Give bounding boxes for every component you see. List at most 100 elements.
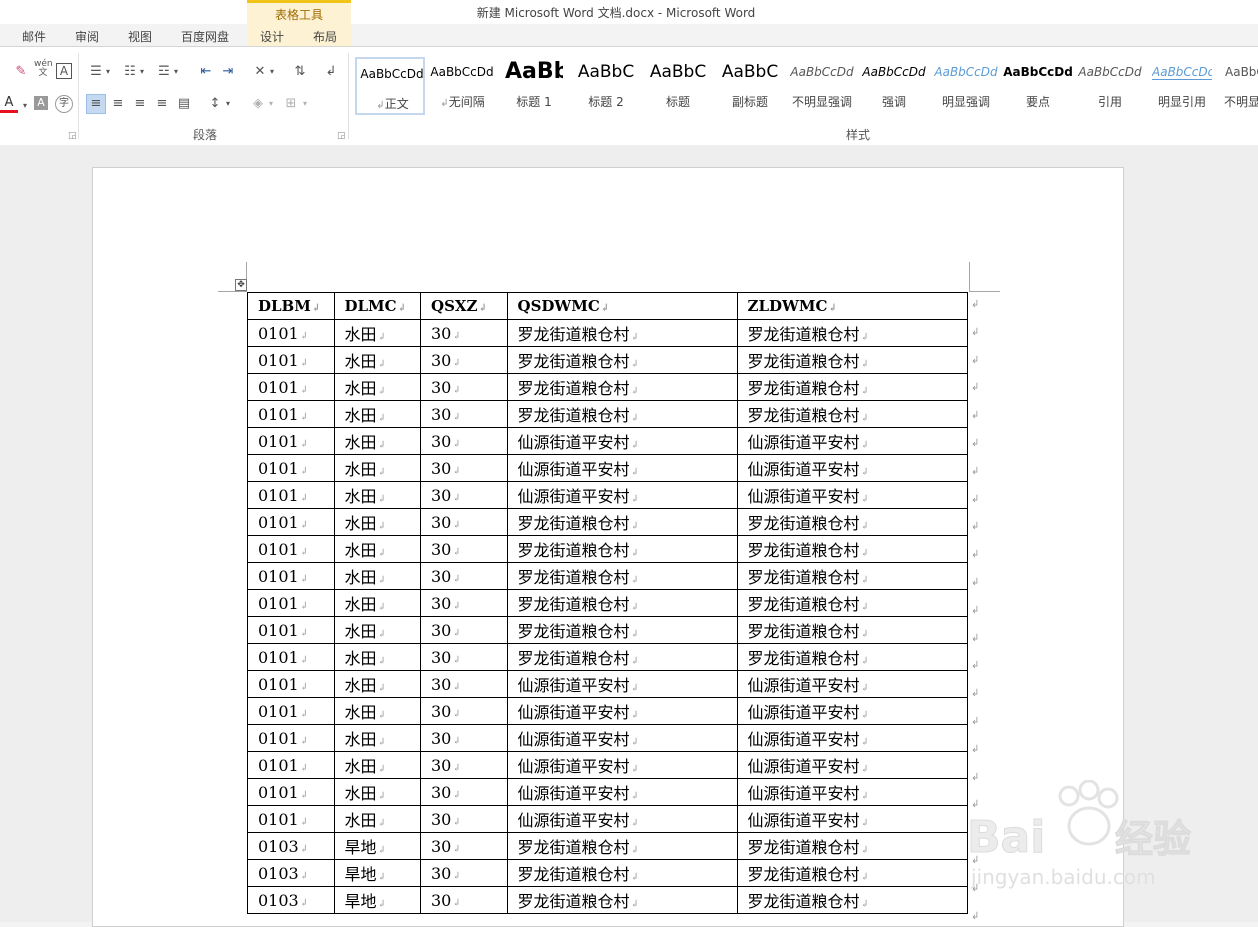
table-cell[interactable]: 水田↲	[333, 562, 421, 590]
style-heading-1[interactable]: AaBb 标题 1	[499, 57, 569, 115]
borders-dropdown-icon[interactable]: ▾	[301, 95, 309, 113]
table-cell[interactable]: 水田↲	[333, 616, 421, 644]
table-cell[interactable]: 0103↲	[247, 832, 335, 860]
table-cell[interactable]: 30↲	[420, 859, 508, 887]
table-cell[interactable]: 罗龙街道粮仓村↲	[506, 400, 738, 428]
table-cell[interactable]: 30↲	[420, 832, 508, 860]
table-cell[interactable]: 仙源街道平安村↲	[506, 751, 738, 779]
table-cell[interactable]: 仙源街道平安村↲	[506, 805, 738, 833]
table-cell[interactable]: 罗龙街道粮仓村↲	[736, 319, 968, 347]
table-cell[interactable]: 30↲	[420, 346, 508, 374]
style-title[interactable]: AaBbC 标题	[643, 57, 713, 115]
table-cell[interactable]: 水田↲	[333, 400, 421, 428]
table-cell[interactable]: 0101↲	[247, 670, 335, 698]
style-heading-2[interactable]: AaBbC 标题 2	[571, 57, 641, 115]
table-cell[interactable]: 0101↲	[247, 319, 335, 347]
table-cell[interactable]: 0101↲	[247, 724, 335, 752]
table-cell[interactable]: 0101↲	[247, 697, 335, 725]
table-cell[interactable]: 0101↲	[247, 805, 335, 833]
table-cell[interactable]: 0103↲	[247, 886, 335, 914]
table-header-cell[interactable]: ZLDWMC↲	[736, 292, 968, 320]
tab-mailings[interactable]: 邮件	[22, 28, 46, 45]
table-cell[interactable]: 仙源街道平安村↲	[506, 697, 738, 725]
decrease-indent-icon[interactable]: ⇤	[197, 63, 215, 81]
table-cell[interactable]: 仙源街道平安村↲	[736, 778, 968, 806]
style-emphasis[interactable]: AaBbCcDd 强调	[859, 57, 929, 115]
table-cell[interactable]: 30↲	[420, 400, 508, 428]
table-cell[interactable]: 水田↲	[333, 427, 421, 455]
table-cell[interactable]: 30↲	[420, 481, 508, 509]
table-cell[interactable]: 0101↲	[247, 535, 335, 563]
line-spacing-icon[interactable]: ↕	[206, 95, 224, 113]
phonetic-guide-icon[interactable]: wén 文	[34, 60, 53, 82]
table-cell[interactable]: 30↲	[420, 697, 508, 725]
table-cell[interactable]: 旱地↲	[333, 886, 421, 914]
table-cell[interactable]: 仙源街道平安村↲	[736, 751, 968, 779]
table-cell[interactable]: 水田↲	[333, 589, 421, 617]
table-header-cell[interactable]: DLBM↲	[247, 292, 335, 320]
table-cell[interactable]: 30↲	[420, 886, 508, 914]
tab-design[interactable]: 设计	[260, 28, 284, 45]
table-cell[interactable]: 仙源街道平安村↲	[506, 427, 738, 455]
style-subtitle[interactable]: AaBbC 副标题	[715, 57, 785, 115]
align-left-icon[interactable]: ≡	[86, 94, 106, 114]
table-cell[interactable]: 仙源街道平安村↲	[506, 778, 738, 806]
table-cell[interactable]: 水田↲	[333, 751, 421, 779]
table-cell[interactable]: 罗龙街道粮仓村↲	[736, 508, 968, 536]
table-cell[interactable]: 0101↲	[247, 778, 335, 806]
table-cell[interactable]: 30↲	[420, 805, 508, 833]
table-cell[interactable]: 罗龙街道粮仓村↲	[736, 589, 968, 617]
style-intense-quote[interactable]: AaBbCcDd 明显引用	[1147, 57, 1217, 115]
table-cell[interactable]: 30↲	[420, 616, 508, 644]
table-cell[interactable]: 0101↲	[247, 589, 335, 617]
table-cell[interactable]: 仙源街道平安村↲	[506, 670, 738, 698]
table-cell[interactable]: 0101↲	[247, 616, 335, 644]
table-cell[interactable]: 罗龙街道粮仓村↲	[736, 832, 968, 860]
enclose-characters-icon[interactable]: 字	[55, 95, 73, 113]
table-cell[interactable]: 0101↲	[247, 562, 335, 590]
sort-icon[interactable]: ⇅	[291, 63, 309, 81]
character-border-icon[interactable]: A	[56, 63, 72, 79]
table-cell[interactable]: 30↲	[420, 751, 508, 779]
table-cell[interactable]: 罗龙街道粮仓村↲	[506, 373, 738, 401]
shading-icon[interactable]: ◈	[249, 95, 267, 113]
table-header-cell[interactable]: DLMC↲	[333, 292, 421, 320]
table-cell[interactable]: 罗龙街道粮仓村↲	[506, 346, 738, 374]
table-cell[interactable]: 罗龙街道粮仓村↲	[506, 589, 738, 617]
style-no-spacing[interactable]: AaBbCcDd ↲无间隔	[427, 57, 497, 115]
table-cell[interactable]: 0103↲	[247, 859, 335, 887]
shading-dropdown-icon[interactable]: ▾	[267, 95, 275, 113]
table-cell[interactable]: 罗龙街道粮仓村↲	[506, 562, 738, 590]
table-cell[interactable]: 0101↲	[247, 400, 335, 428]
table-cell[interactable]: 水田↲	[333, 454, 421, 482]
tab-view[interactable]: 视图	[128, 28, 152, 45]
table-cell[interactable]: 罗龙街道粮仓村↲	[506, 508, 738, 536]
increase-indent-icon[interactable]: ⇥	[219, 63, 237, 81]
table-cell[interactable]: 仙源街道平安村↲	[736, 724, 968, 752]
table-cell[interactable]: 仙源街道平安村↲	[736, 427, 968, 455]
tab-review[interactable]: 审阅	[75, 28, 99, 45]
justify-icon[interactable]: ≡	[153, 95, 171, 113]
bullets-dropdown-icon[interactable]: ▾	[104, 63, 112, 81]
table-cell[interactable]: 30↲	[420, 535, 508, 563]
table-cell[interactable]: 水田↲	[333, 319, 421, 347]
table-cell[interactable]: 旱地↲	[333, 859, 421, 887]
table-cell[interactable]: 水田↲	[333, 535, 421, 563]
table-cell[interactable]: 罗龙街道粮仓村↲	[736, 373, 968, 401]
clear-formatting-icon[interactable]: ✎	[12, 63, 30, 81]
table-cell[interactable]: 仙源街道平安村↲	[736, 805, 968, 833]
table-cell[interactable]: 30↲	[420, 724, 508, 752]
table-cell[interactable]: 0101↲	[247, 427, 335, 455]
numbering-icon[interactable]: ☷	[121, 63, 139, 81]
table-cell[interactable]: 罗龙街道粮仓村↲	[736, 562, 968, 590]
font-color-dropdown-icon[interactable]: ▾	[16, 97, 34, 115]
table-cell[interactable]: 水田↲	[333, 670, 421, 698]
table-cell[interactable]: 0101↲	[247, 751, 335, 779]
table-cell[interactable]: 0101↲	[247, 508, 335, 536]
table-cell[interactable]: 罗龙街道粮仓村↲	[506, 859, 738, 887]
table-cell[interactable]: 0101↲	[247, 643, 335, 671]
style-subtle-reference[interactable]: AaBbCcDd 不明显	[1219, 57, 1258, 115]
multilevel-list-dropdown-icon[interactable]: ▾	[172, 63, 180, 81]
table-cell[interactable]: 水田↲	[333, 373, 421, 401]
table-cell[interactable]: 罗龙街道粮仓村↲	[506, 535, 738, 563]
